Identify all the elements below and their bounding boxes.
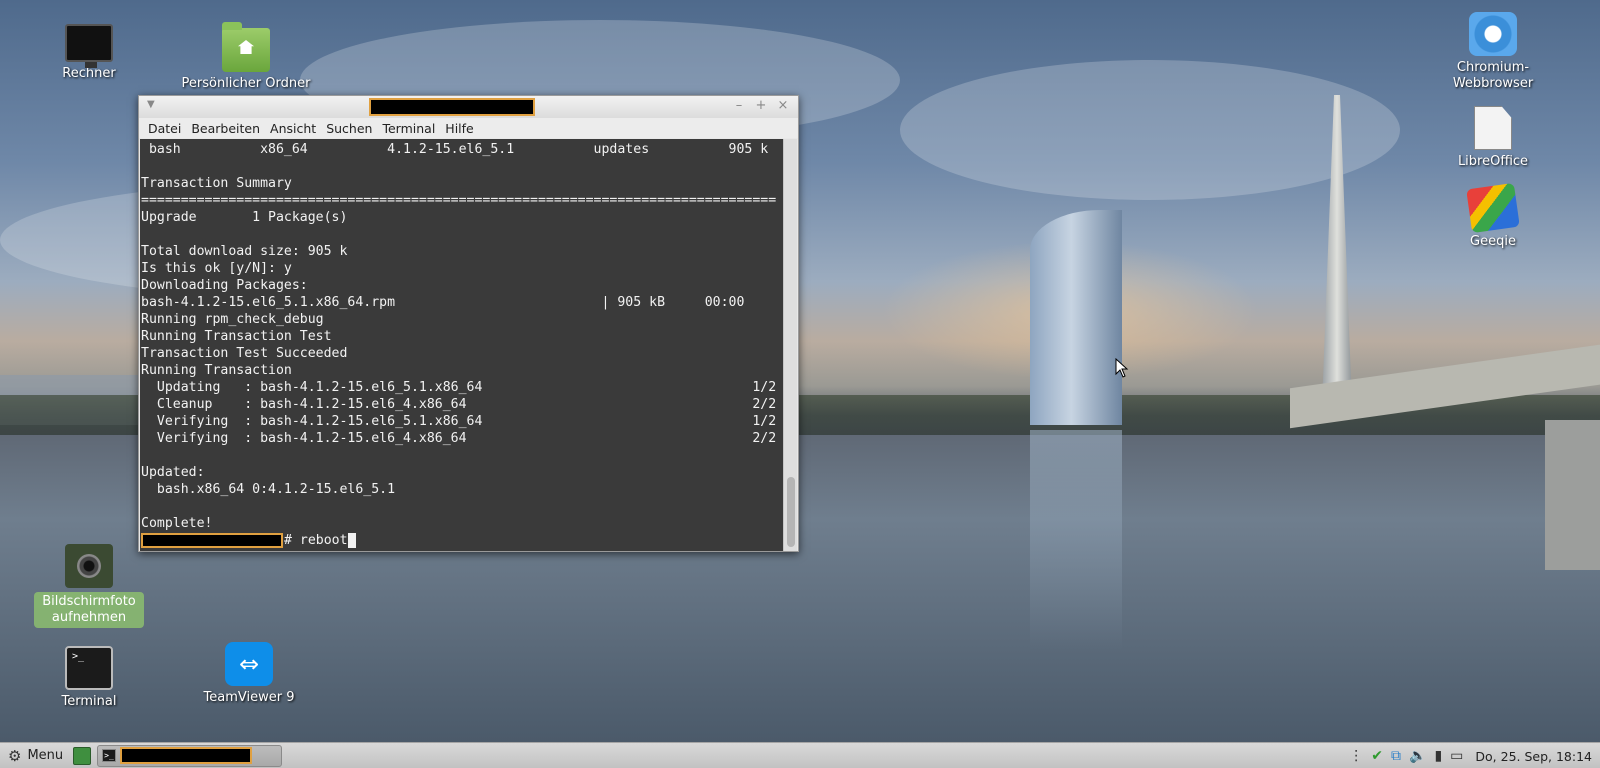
- terminal-line: Transaction Test Succeeded: [141, 346, 348, 361]
- terminal-line: Cleanup : bash-4.1.2-15.el6_4.x86_64 2/2: [141, 397, 777, 412]
- terminal-line: bash-4.1.2-15.el6_5.1.x86_64.rpm | 905 k…: [141, 295, 745, 310]
- window-titlebar[interactable]: ▼ – + ×: [139, 96, 798, 118]
- terminal-line: Verifying : bash-4.1.2-15.el6_5.1.x86_64…: [141, 414, 777, 429]
- menu-terminal[interactable]: Terminal: [377, 121, 440, 136]
- desktop-icon-label: Chromium-Webbrowser: [1452, 60, 1534, 91]
- network-icon[interactable]: ⧉: [1391, 748, 1401, 764]
- shield-check-icon[interactable]: ✔: [1371, 748, 1383, 764]
- teamviewer-icon: [225, 642, 273, 686]
- desktop-icon-label: Geeqie: [1470, 234, 1516, 249]
- clock[interactable]: Do, 25. Sep, 18:14: [1475, 749, 1592, 764]
- terminal-line: ========================================…: [141, 193, 777, 208]
- terminal-scrollbar[interactable]: [783, 139, 797, 551]
- minimize-button[interactable]: –: [731, 98, 747, 113]
- terminal-line: bash.x86_64 0:4.1.2-15.el6_5.1: [141, 482, 396, 497]
- desktop-icon-label: TeamViewer 9: [203, 690, 295, 705]
- terminal-line: Is this ok [y/N]: y: [141, 261, 292, 276]
- window-menu-arrow-icon[interactable]: ▼: [147, 99, 155, 110]
- terminal-icon: >_: [65, 646, 113, 690]
- terminal-output[interactable]: bash x86_64 4.1.2-15.el6_5.1 updates 905…: [140, 139, 783, 551]
- prompt-line[interactable]: # reboot: [140, 532, 783, 549]
- close-button[interactable]: ×: [775, 98, 791, 113]
- terminal-window[interactable]: ▼ – + × Datei Bearbeiten Ansicht Suchen …: [138, 95, 799, 552]
- desktop-icon-label: Rechner: [62, 66, 116, 81]
- signal-icon[interactable]: ▮: [1434, 748, 1442, 764]
- desktop-icon-rechner[interactable]: Rechner: [34, 24, 144, 82]
- taskbar-window-terminal[interactable]: >_: [97, 744, 283, 767]
- terminal-icon: >_: [102, 749, 117, 762]
- terminal-text: bash x86_64 4.1.2-15.el6_5.1 updates 905…: [140, 141, 783, 532]
- camera-icon: [65, 544, 113, 588]
- gear-icon: ⚙: [8, 746, 22, 765]
- menu-label: Menu: [27, 748, 64, 763]
- monitor-icon: [65, 24, 113, 68]
- desktop-icon-screenshot[interactable]: Bildschirmfoto aufnehmen: [34, 544, 144, 628]
- menu-bearbeiten[interactable]: Bearbeiten: [186, 121, 265, 136]
- terminal-line: Complete!: [141, 516, 213, 531]
- text-cursor: [347, 533, 356, 548]
- terminal-line: Transaction Summary: [141, 176, 292, 191]
- desktop-icon-label: LibreOffice: [1457, 154, 1529, 169]
- volume-icon[interactable]: 🔈: [1409, 748, 1426, 764]
- prompt-command: # reboot: [284, 533, 348, 548]
- desktop-icon-label: Bildschirmfoto aufnehmen: [34, 592, 144, 628]
- redacted-window-title: [369, 98, 535, 116]
- desktop-icon-label: Terminal: [61, 694, 117, 709]
- desktop-icon-teamviewer[interactable]: TeamViewer 9: [189, 642, 309, 706]
- document-icon: [1474, 106, 1512, 150]
- terminal-line: bash x86_64 4.1.2-15.el6_5.1 updates 905…: [141, 142, 769, 157]
- scrollbar-thumb[interactable]: [787, 477, 795, 547]
- terminal-line: Updating : bash-4.1.2-15.el6_5.1.x86_64 …: [141, 380, 777, 395]
- terminal-menubar: Datei Bearbeiten Ansicht Suchen Terminal…: [139, 118, 798, 138]
- menu-datei[interactable]: Datei: [143, 121, 186, 136]
- show-desktop-icon[interactable]: [73, 746, 92, 765]
- start-menu-button[interactable]: ⚙ Menu: [0, 743, 69, 768]
- desktop-icon-libreoffice[interactable]: LibreOffice: [1438, 106, 1548, 170]
- menu-ansicht[interactable]: Ansicht: [265, 121, 321, 136]
- taskbar: ⚙ Menu >_ ⋮ ✔ ⧉ 🔈 ▮ ▭ Do, 25. Sep, 18:14: [0, 742, 1600, 768]
- maximize-button[interactable]: +: [753, 98, 769, 113]
- terminal-line: Downloading Packages:: [141, 278, 308, 293]
- system-tray: ⋮ ✔ ⧉ 🔈 ▮ ▭ Do, 25. Sep, 18:14: [1349, 743, 1600, 768]
- menu-hilfe[interactable]: Hilfe: [440, 121, 478, 136]
- desktop-icon-terminal[interactable]: >_ Terminal: [34, 646, 144, 710]
- chromium-icon: [1469, 12, 1517, 56]
- tray-separator: ⋮: [1349, 748, 1364, 764]
- home-folder-icon: [222, 22, 270, 72]
- terminal-line: Running Transaction Test: [141, 329, 332, 344]
- terminal-line: Total download size: 905 k: [141, 244, 348, 259]
- terminal-line: Running rpm_check_debug: [141, 312, 324, 327]
- battery-icon[interactable]: ▭: [1450, 748, 1463, 764]
- desktop-icon-chromium[interactable]: Chromium-Webbrowser: [1438, 12, 1548, 92]
- image-viewer-icon: [1466, 182, 1520, 234]
- terminal-line: Updated:: [141, 465, 205, 480]
- redacted-prompt: [141, 533, 283, 548]
- desktop-icon-label: Persönlicher Ordner: [181, 76, 311, 91]
- desktop-icon-geeqie[interactable]: Geeqie: [1438, 182, 1548, 250]
- terminal-line: Running Transaction: [141, 363, 292, 378]
- menu-suchen[interactable]: Suchen: [321, 121, 377, 136]
- desktop-icon-home-folder[interactable]: Persönlicher Ordner: [176, 22, 316, 92]
- redacted-task-title: [120, 747, 253, 764]
- terminal-line: Upgrade 1 Package(s): [141, 210, 348, 225]
- terminal-line: Verifying : bash-4.1.2-15.el6_4.x86_64 2…: [141, 431, 777, 446]
